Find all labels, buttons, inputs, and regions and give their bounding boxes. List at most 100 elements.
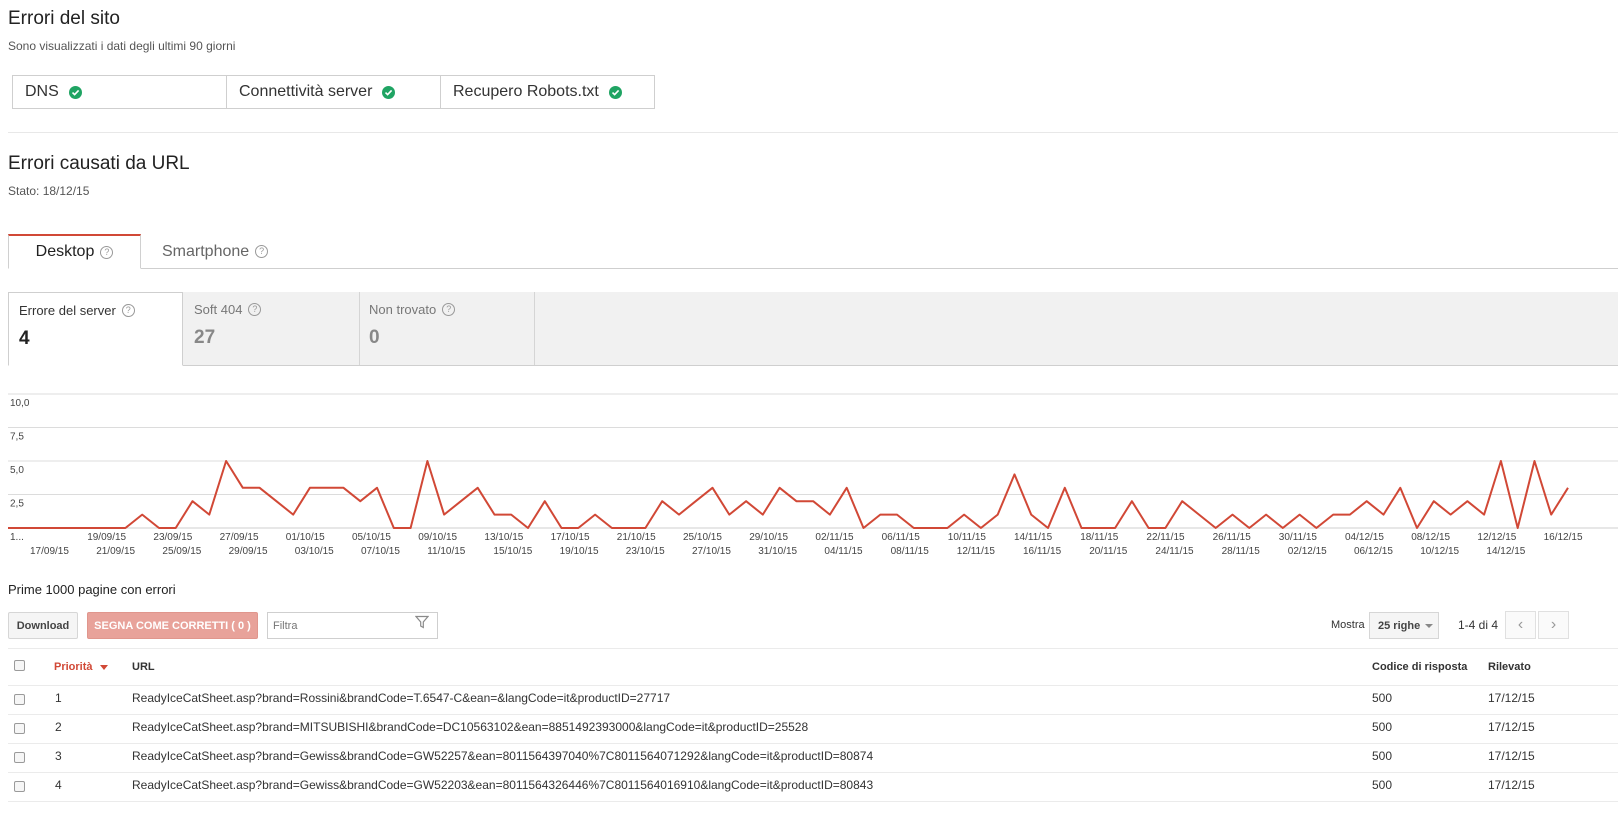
rows-per-page-select[interactable]: 25 righe — [1369, 612, 1439, 639]
help-icon[interactable]: ? — [442, 303, 456, 316]
x-tick-label: 25/10/15 — [683, 532, 722, 543]
row-divider — [8, 801, 1618, 802]
help-icon[interactable]: ? — [121, 304, 135, 317]
row-divider — [8, 743, 1618, 744]
x-tick-label: 02/12/15 — [1288, 546, 1327, 557]
filter-icon[interactable] — [415, 615, 429, 629]
table-header-line — [8, 685, 1618, 686]
row-priority: 2 — [55, 720, 62, 734]
row-checkbox[interactable] — [14, 752, 25, 763]
table-caption: Prime 1000 pagine con errori — [8, 582, 176, 597]
caret-down-icon — [1425, 623, 1434, 628]
tab-label: Desktop — [35, 243, 95, 260]
x-tick-label: 18/11/15 — [1080, 532, 1119, 543]
section-divider — [8, 132, 1618, 133]
x-tick-label: 23/09/15 — [153, 532, 192, 543]
tab-smartphone[interactable]: Smartphone ? — [162, 234, 269, 269]
x-tick-label: 31/10/15 — [758, 546, 797, 557]
row-detected: 17/12/15 — [1488, 749, 1535, 763]
check-circle-icon — [608, 85, 622, 99]
row-checkbox[interactable] — [14, 694, 25, 705]
x-tick-label: 19/10/15 — [560, 546, 599, 557]
x-tick-label: 12/12/15 — [1477, 532, 1516, 543]
x-tick-label: 02/11/15 — [815, 532, 854, 543]
site-error-dns[interactable]: DNS — [12, 75, 227, 109]
category-not-found[interactable]: Non trovato? 0 — [359, 292, 534, 366]
select-all-checkbox[interactable] — [14, 660, 25, 671]
category-separator — [534, 292, 535, 365]
column-priority[interactable]: Priorità — [54, 661, 108, 673]
tab-desktop[interactable]: Desktop ? — [8, 234, 141, 269]
x-tick-label: 27/10/15 — [692, 546, 731, 557]
site-errors-subtitle: Sono visualizzati i dati degli ultimi 90… — [8, 39, 236, 53]
check-circle-icon — [68, 85, 82, 99]
row-detected: 17/12/15 — [1488, 720, 1535, 734]
row-url[interactable]: ReadyIceCatSheet.asp?brand=MITSUBISHI&br… — [132, 720, 808, 734]
y-tick-label: 2,5 — [10, 499, 24, 510]
x-tick-label: 21/09/15 — [96, 546, 135, 557]
table-top-line — [8, 648, 1618, 649]
row-checkbox[interactable] — [14, 723, 25, 734]
site-error-label: DNS — [25, 83, 59, 100]
url-errors-status: Stato: 18/12/15 — [8, 184, 90, 198]
x-tick-label: 25/09/15 — [162, 546, 201, 557]
row-priority: 4 — [55, 778, 62, 792]
x-tick-label: 16/12/15 — [1544, 532, 1583, 543]
row-checkbox[interactable] — [14, 781, 25, 792]
x-tick-label: 05/10/15 — [352, 532, 391, 543]
row-code: 500 — [1372, 749, 1393, 763]
category-server-error[interactable]: Errore del server? 4 — [8, 292, 183, 366]
help-icon[interactable]: ? — [248, 303, 262, 316]
x-tick-label: 04/11/15 — [824, 546, 863, 557]
prev-page-button[interactable]: ‹ — [1505, 611, 1536, 639]
row-divider — [8, 772, 1618, 773]
x-tick-label: 30/11/15 — [1279, 532, 1318, 543]
category-soft-404[interactable]: Soft 404? 27 — [184, 292, 359, 366]
x-tick-label: 11/10/15 — [427, 546, 466, 557]
help-icon[interactable]: ? — [255, 245, 269, 258]
x-tick-label: 22/11/15 — [1146, 532, 1185, 543]
x-tick-label: 29/10/15 — [749, 532, 788, 543]
x-tick-label: 01/10/15 — [286, 532, 325, 543]
row-priority: 1 — [55, 691, 62, 705]
column-response-code[interactable]: Codice di risposta — [1372, 661, 1467, 673]
column-label: Priorità — [54, 661, 93, 673]
help-icon[interactable]: ? — [100, 245, 114, 259]
download-button[interactable]: Download — [8, 612, 78, 639]
x-tick-label: 06/11/15 — [882, 532, 921, 543]
site-error-robots[interactable]: Recupero Robots.txt — [440, 75, 655, 109]
next-page-button[interactable]: › — [1538, 611, 1569, 639]
x-tick-label: 08/12/15 — [1411, 532, 1450, 543]
column-url[interactable]: URL — [132, 661, 155, 673]
x-tick-label: 19/09/15 — [87, 532, 126, 543]
row-code: 500 — [1372, 778, 1393, 792]
row-code: 500 — [1372, 720, 1393, 734]
x-tick-label: 03/10/15 — [295, 546, 334, 557]
x-tick-label: 06/12/15 — [1354, 546, 1393, 557]
x-tick-label: 29/09/15 — [229, 546, 268, 557]
site-error-label: Recupero Robots.txt — [453, 83, 599, 100]
y-tick-label: 5,0 — [10, 465, 24, 476]
category-count: 4 — [19, 328, 30, 349]
category-count: 27 — [194, 327, 216, 348]
row-detected: 17/12/15 — [1488, 691, 1535, 705]
x-tick-label: 12/11/15 — [957, 546, 996, 557]
x-tick-label: 23/10/15 — [626, 546, 665, 557]
row-priority: 3 — [55, 749, 62, 763]
row-url[interactable]: ReadyIceCatSheet.asp?brand=Rossini&brand… — [132, 691, 670, 705]
row-divider — [8, 714, 1618, 715]
column-detected[interactable]: Rilevato — [1488, 661, 1531, 673]
site-error-server-connectivity[interactable]: Connettività server — [226, 75, 441, 109]
rows-select-value: 25 righe — [1378, 619, 1421, 632]
errors-line-chart: 2,5 5,0 7,5 10,0 1... 19/09/15 23/09/15 27/09/1… — [8, 393, 1618, 557]
filter-input[interactable] — [267, 612, 438, 639]
y-tick-label: 10,0 — [10, 398, 30, 409]
y-tick-label: 7,5 — [10, 432, 24, 443]
row-url[interactable]: ReadyIceCatSheet.asp?brand=Gewiss&brandC… — [132, 749, 873, 763]
site-error-label: Connettività server — [239, 83, 373, 100]
mark-fixed-button[interactable]: SEGNA COME CORRETTI ( 0 ) — [87, 612, 258, 639]
x-tick-label: 07/10/15 — [361, 546, 400, 557]
x-tick-label: 28/11/15 — [1222, 546, 1261, 557]
x-tick-label: 15/10/15 — [493, 546, 532, 557]
row-url[interactable]: ReadyIceCatSheet.asp?brand=Gewiss&brandC… — [132, 778, 873, 792]
